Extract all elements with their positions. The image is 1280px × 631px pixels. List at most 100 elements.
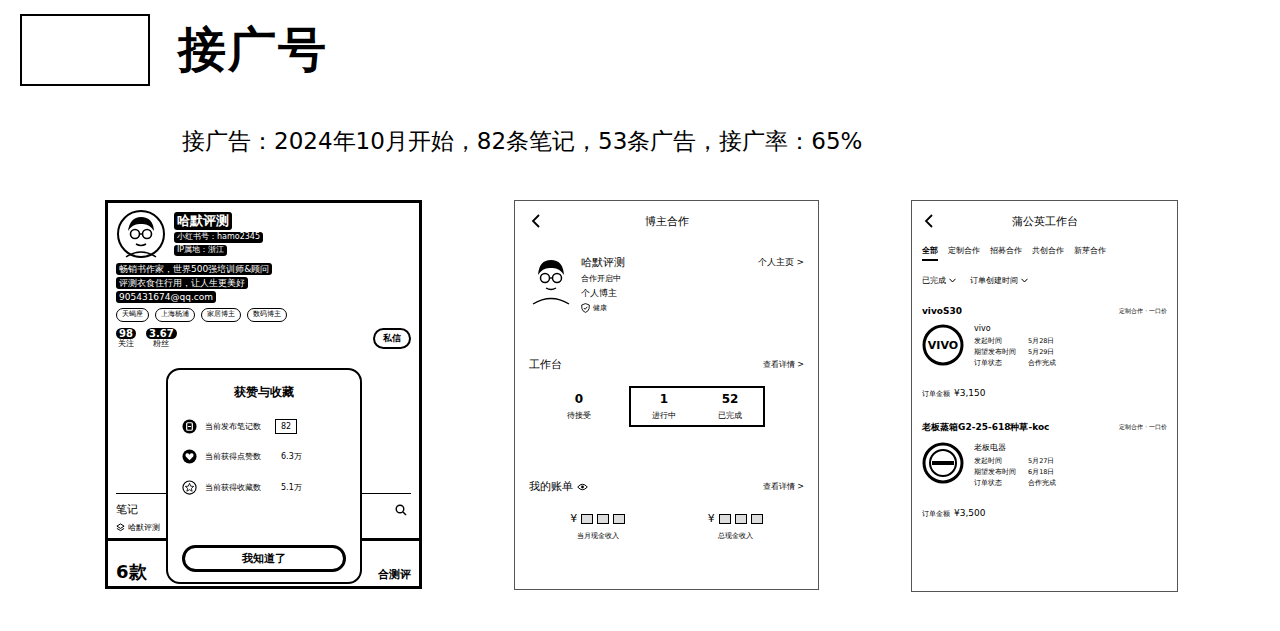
- order-tab[interactable]: 全部: [922, 245, 938, 261]
- health-badge: 健康: [581, 303, 804, 313]
- blogger-name: 哈默评测: [581, 255, 625, 270]
- workbench-stats: 0待接受1进行中52已完成: [529, 386, 804, 427]
- brand-name: 老板电器: [974, 442, 1056, 453]
- screen-title: 博主合作: [645, 214, 689, 229]
- order-field: 订单状态合作完成: [974, 479, 1056, 488]
- masked-digit: [597, 514, 609, 524]
- popup-row: 当前发布笔记数82: [182, 419, 346, 434]
- brand-logo-icon: VIVO: [922, 324, 964, 366]
- profile-tag[interactable]: 天蝎座: [116, 308, 149, 321]
- order-field: 期望发布时间5月29日: [974, 348, 1056, 357]
- collect-icon: [182, 480, 197, 495]
- order-title: vivoS30: [922, 306, 962, 316]
- blogger-card: 哈默评测 个人主页 > 合作开启中个人博主 健康: [529, 255, 804, 313]
- highlight-box: 1进行中52已完成: [629, 386, 765, 427]
- eye-icon[interactable]: [577, 483, 588, 491]
- message-button[interactable]: 私信: [373, 328, 411, 349]
- screenshot-row: 哈默评测小红书号：hamo2345IP属地：浙江畅销书作家，世界500强培训师&…: [0, 200, 1280, 592]
- notes-icon: [182, 419, 197, 434]
- order-tab[interactable]: 招募合作: [990, 245, 1022, 261]
- profile-identity: 哈默评测小红书号：hamo2345IP属地：浙江: [174, 212, 263, 255]
- stats-popup: 获赞与收藏当前发布笔记数82 当前获得点赞数6.3万当前获得收藏数5.1万我知道了: [166, 368, 362, 584]
- svg-text:VIVO: VIVO: [928, 339, 958, 352]
- workbench-stat[interactable]: 1进行中: [631, 392, 697, 421]
- chevron-down-icon: [949, 278, 956, 283]
- order-type: 定制合作 · 一口价: [1119, 307, 1167, 316]
- workbench-header: 工作台查看详情 >: [529, 357, 804, 372]
- bill-details-link[interactable]: 查看详情 >: [763, 481, 804, 492]
- order-tabs: 全部定制合作招募合作共创合作新芽合作: [922, 245, 1167, 261]
- nav-bar: 蒲公英工作台: [922, 201, 1167, 241]
- screen-title: 蒲公英工作台: [1012, 214, 1078, 229]
- profile-tag[interactable]: 上海杨浦: [155, 308, 195, 321]
- chevron-down-icon: [1021, 278, 1028, 283]
- workbench-details-link[interactable]: 查看详情 >: [763, 359, 804, 370]
- masked-digit: [751, 514, 763, 524]
- cooperation-screenshot: 博主合作哈默评测 个人主页 > 合作开启中个人博主 健康工作台查看详情 > 0待接受1…: [514, 200, 819, 590]
- bill-item: ¥当月现金收入: [570, 512, 625, 541]
- bio-line: 畅销书作家，世界500强培训师&顾问: [116, 263, 272, 275]
- nav-bar: 博主合作: [529, 201, 804, 241]
- profile-header: 哈默评测小红书号：hamo2345IP属地：浙江: [116, 209, 411, 259]
- order-tab[interactable]: 共创合作: [1032, 245, 1064, 261]
- order-amount: 订单金额¥3,150: [922, 388, 1167, 399]
- order-field: 期望发布时间6月18日: [974, 468, 1056, 477]
- workbench-screenshot: 蒲公英工作台全部定制合作招募合作共创合作新芽合作已完成 订单创建时间 vivoS…: [911, 200, 1178, 592]
- order-tab[interactable]: 定制合作: [948, 245, 980, 261]
- order-card[interactable]: vivoS30定制合作 · 一口价VIVOvivo发起时间5月28日期望发布时间…: [922, 306, 1167, 399]
- profile-tag[interactable]: 家居博主: [201, 308, 241, 321]
- brand-logo-icon: [922, 442, 964, 484]
- order-amount: 订单金额¥3,500: [922, 508, 1167, 519]
- profile-tags: 天蝎座上海杨浦家居博主数码博主: [116, 308, 411, 321]
- order-filters: 已完成 订单创建时间: [922, 275, 1167, 286]
- popup-row: 当前获得收藏数5.1万: [182, 479, 346, 496]
- blogger-role: 个人博主: [581, 287, 804, 300]
- masked-digit: [735, 514, 747, 524]
- notes-tab[interactable]: 笔记: [116, 502, 138, 517]
- got-it-button[interactable]: 我知道了: [182, 545, 346, 572]
- order-field: 发起时间5月27日: [974, 457, 1056, 466]
- layers-icon: [116, 523, 125, 532]
- profile-name: 哈默评测: [174, 212, 232, 230]
- bill-items: ¥当月现金收入 ¥总现金收入: [529, 512, 804, 541]
- cooperation-status: 合作开启中: [581, 273, 804, 284]
- profile-tag[interactable]: 数码博主: [247, 308, 287, 321]
- workbench-stat[interactable]: 52已完成: [697, 392, 763, 421]
- popup-value: 5.1万: [275, 479, 308, 496]
- back-icon[interactable]: [531, 214, 541, 228]
- brand-name: vivo: [974, 324, 1056, 333]
- thumbnail-title: 6款: [116, 562, 147, 582]
- bio-line: 评测衣食住行用，让人生更美好: [116, 277, 248, 289]
- popup-row: 当前获得点赞数6.3万: [182, 448, 346, 465]
- heart-icon: [182, 449, 197, 464]
- profile-bio: 畅销书作家，世界500强培训师&顾问评测衣食住行用，让人生更美好90543167…: [116, 263, 411, 303]
- homepage-link[interactable]: 个人主页 >: [758, 256, 804, 269]
- masked-digit: [613, 514, 625, 524]
- popup-title: 获赞与收藏: [182, 384, 346, 401]
- workbench-stat[interactable]: 0待接受: [529, 392, 629, 421]
- thumbnail-caption: 合测评: [378, 567, 411, 582]
- order-tab[interactable]: 新芽合作: [1074, 245, 1106, 261]
- profile-stat[interactable]: 98关注: [116, 328, 136, 349]
- slide-header: 接广号: [0, 0, 1280, 86]
- order-filter[interactable]: 订单创建时间: [970, 275, 1028, 286]
- profile-stat[interactable]: 3.67粉丝: [146, 328, 177, 349]
- masked-digit: [581, 514, 593, 524]
- popup-value: 6.3万: [275, 448, 308, 465]
- profile-ip: IP属地：浙江: [174, 245, 227, 256]
- bill-header: 我的账单 查看详情 >: [529, 479, 804, 494]
- bill-item: ¥总现金收入: [708, 512, 763, 541]
- order-type: 定制合作 · 一口价: [1119, 423, 1167, 432]
- avatar-icon[interactable]: [529, 255, 573, 305]
- summary: 接广告：2024年10月开始，82条笔记，53条广告，接广率：65%: [182, 124, 1280, 158]
- profile-stats: 98关注 3.67粉丝 私信: [116, 328, 411, 349]
- order-card[interactable]: 老板蒸箱G2-25-618种草-koc 定制合作 · 一口价老板电器发起时间5月2…: [922, 421, 1167, 519]
- profile-screenshot: 哈默评测小红书号：hamo2345IP属地：浙江畅销书作家，世界500强培训师&…: [105, 200, 422, 589]
- avatar-icon[interactable]: [116, 209, 166, 259]
- slide-title: 接广号: [178, 18, 328, 82]
- order-filter[interactable]: 已完成: [922, 275, 956, 286]
- back-icon[interactable]: [924, 214, 934, 228]
- search-icon[interactable]: [395, 504, 407, 516]
- order-title: 老板蒸箱G2-25-618种草-koc: [922, 421, 1049, 434]
- slide: 接广号接广告：2024年10月开始，82条笔记，53条广告，接广率：65% 哈默评…: [0, 0, 1280, 631]
